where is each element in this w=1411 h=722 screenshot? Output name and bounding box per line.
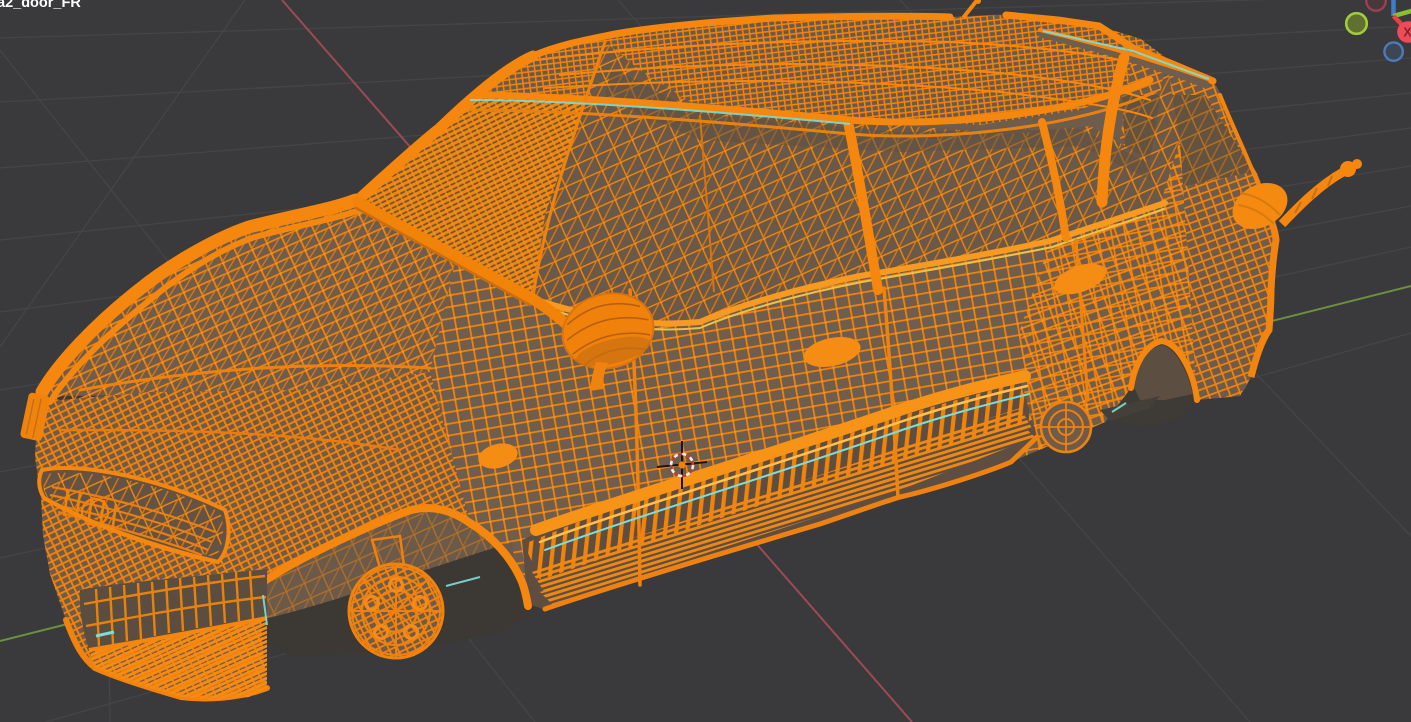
svg-text:a2_door_FR: a2_door_FR (0, 0, 81, 11)
svg-text:X: X (1403, 26, 1411, 40)
